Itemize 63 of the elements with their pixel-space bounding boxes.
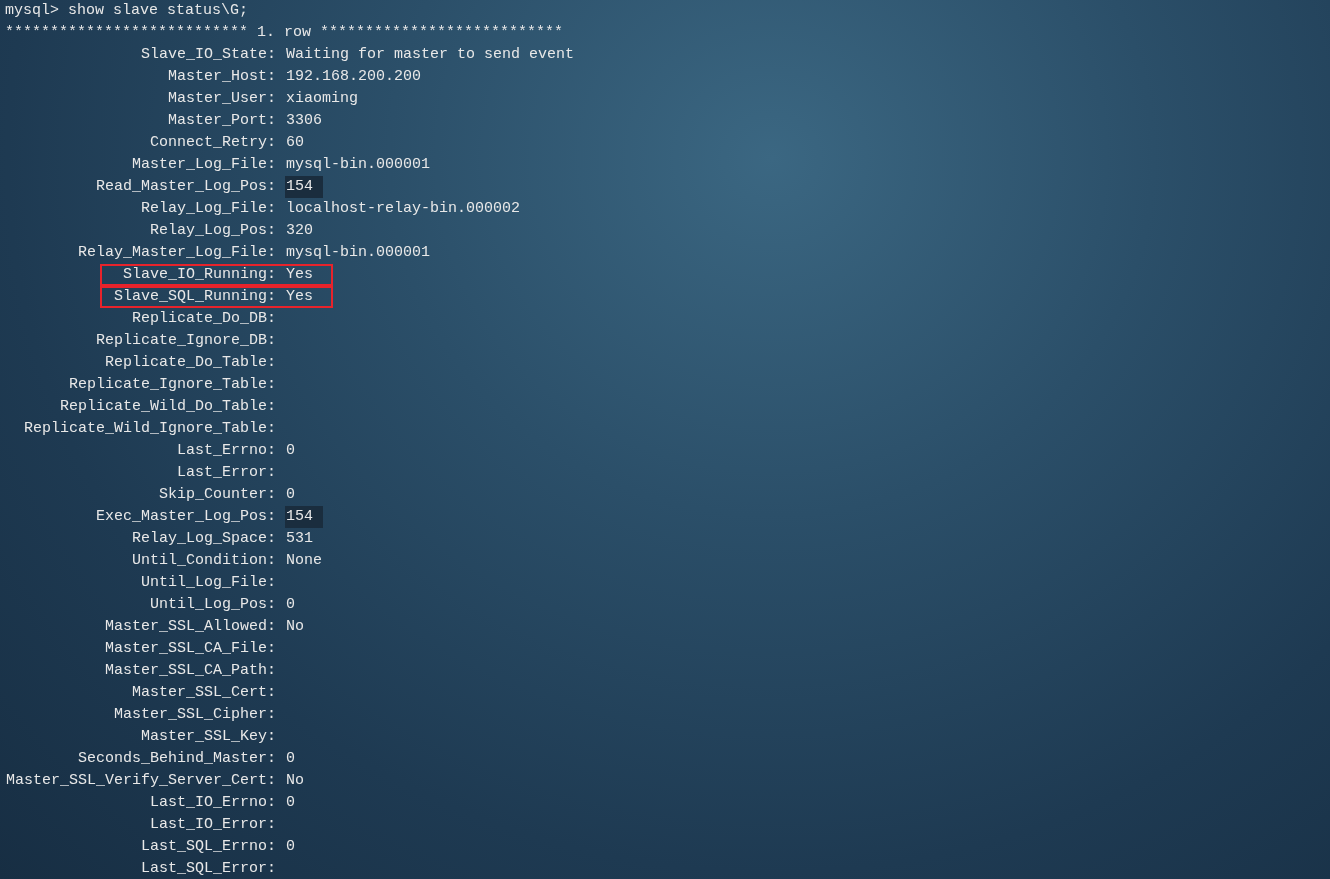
field-name: Master_SSL_Cipher:: [113, 705, 276, 725]
field-value: 0: [285, 595, 295, 615]
field-name: Last_Error:: [176, 463, 276, 483]
field-value: 0: [285, 749, 295, 769]
field-name: Slave_SQL_Running:: [113, 287, 276, 307]
field-value: 192.168.200.200: [285, 67, 422, 87]
field-name: Master_Host:: [167, 67, 276, 87]
field-name: Last_Errno:: [176, 441, 276, 461]
field-name: Connect_Retry:: [149, 133, 276, 153]
field-name: Relay_Log_Pos:: [149, 221, 276, 241]
field-value: mysql-bin.000001: [285, 243, 431, 263]
field-name: Replicate_Wild_Ignore_Table:: [23, 419, 276, 439]
field-name: Replicate_Ignore_DB:: [95, 331, 276, 351]
row-header: *************************** 1. row ***************************: [5, 24, 564, 41]
field-value: 0: [285, 837, 295, 857]
field-name: Relay_Master_Log_File:: [77, 243, 276, 263]
field-value: localhost-relay-bin.000002: [285, 199, 521, 219]
field-name: Skip_Counter:: [158, 485, 276, 505]
field-name: Seconds_Behind_Master:: [77, 749, 276, 769]
field-value: 0: [285, 485, 295, 505]
field-value: None: [285, 551, 322, 571]
field-name: Master_Port:: [167, 111, 276, 131]
field-name: Replicate_Do_DB:: [131, 309, 276, 329]
field-name: Exec_Master_Log_Pos:: [95, 507, 276, 527]
field-name: Until_Log_Pos:: [149, 595, 276, 615]
field-value: mysql-bin.000001: [285, 155, 431, 175]
field-value: xiaoming: [285, 89, 358, 109]
field-name: Replicate_Ignore_Table:: [68, 375, 276, 395]
field-name: Slave_IO_State:: [140, 45, 276, 65]
field-name: Master_SSL_Allowed:: [104, 617, 276, 637]
field-value: 154: [285, 506, 323, 528]
field-name: Master_Log_File:: [131, 155, 276, 175]
field-name: Last_IO_Errno:: [149, 793, 276, 813]
field-name: Relay_Log_Space:: [131, 529, 276, 549]
field-name: Last_SQL_Error:: [140, 859, 276, 879]
field-value: Yes: [285, 265, 313, 285]
field-value: Yes: [285, 287, 313, 307]
field-name: Slave_IO_Running:: [122, 265, 276, 285]
field-name: Master_SSL_Key:: [140, 727, 276, 747]
field-name: Replicate_Wild_Do_Table:: [59, 397, 276, 417]
field-value: 531: [285, 529, 313, 549]
command-line: mysql> show slave status\G;: [5, 2, 249, 19]
field-value: No: [285, 617, 304, 637]
field-name: Master_User:: [167, 89, 276, 109]
field-value: 0: [285, 441, 295, 461]
field-value: 0: [285, 793, 295, 813]
field-value: Waiting for master to send event: [285, 45, 575, 65]
field-value: 3306: [285, 111, 322, 131]
field-name: Master_SSL_CA_Path:: [104, 661, 276, 681]
field-value: 154: [285, 176, 323, 198]
field-value: 320: [285, 221, 313, 241]
field-name: Last_IO_Error:: [149, 815, 276, 835]
field-name: Master_SSL_Cert:: [131, 683, 276, 703]
field-name: Master_SSL_Verify_Server_Cert:: [5, 771, 276, 791]
field-value: No: [285, 771, 304, 791]
field-name: Read_Master_Log_Pos:: [95, 177, 276, 197]
field-name: Until_Condition:: [131, 551, 276, 571]
field-name: Until_Log_File:: [140, 573, 276, 593]
field-name: Replicate_Do_Table:: [104, 353, 276, 373]
field-name: Relay_Log_File:: [140, 199, 276, 219]
field-name: Last_SQL_Errno:: [140, 837, 276, 857]
field-value: 60: [285, 133, 304, 153]
field-name: Master_SSL_CA_File:: [104, 639, 276, 659]
